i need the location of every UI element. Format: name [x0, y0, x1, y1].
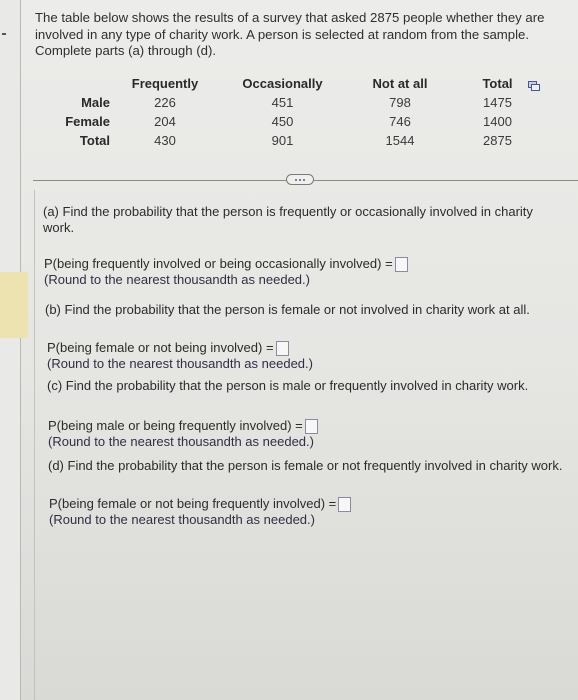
table-row: Total 430 901 1544 2875: [55, 131, 540, 150]
ellipsis-icon-dot: [295, 178, 297, 181]
cell-total-frequently: 430: [154, 133, 176, 148]
table-row: Male 226 451 798 1475: [55, 93, 540, 112]
question-a-answer-line: P(being frequently involved or being occ…: [44, 256, 408, 272]
question-c-answer-line: P(being male or being frequently involve…: [48, 418, 318, 434]
cell-female-not-at-all: 746: [389, 114, 411, 129]
table-header-row: Frequently Occasionally Not at all Total: [55, 74, 540, 93]
question-a-prompt-line-1: (a) Find the probability that the person…: [43, 204, 533, 219]
question-a-answer-input[interactable]: [394, 256, 408, 272]
header-blank: [55, 74, 110, 93]
table-row: Female 204 450 746 1400: [55, 112, 540, 131]
cell-total-not-at-all: 1544: [385, 133, 415, 148]
question-d-answer-line: P(being female or not being frequently i…: [49, 496, 352, 512]
ellipsis-icon-dot: [299, 178, 301, 181]
cell-total-occasionally: 901: [271, 133, 294, 148]
question-c-round-note: (Round to the nearest thousandth as need…: [48, 434, 314, 449]
cell-male-not-at-all: 798: [389, 95, 411, 110]
question-b-prompt: (b) Find the probability that the person…: [45, 302, 530, 317]
question-b-round-note: (Round to the nearest thousandth as need…: [47, 356, 313, 371]
cell-female-frequently: 204: [154, 114, 176, 129]
cell-male-frequently: 226: [154, 95, 176, 110]
question-b-answer-input[interactable]: [275, 340, 289, 356]
intro-line-2: involved in any type of charity work. A …: [35, 26, 530, 42]
row-label-total: Total: [79, 133, 110, 148]
copy-table-icon[interactable]: [528, 78, 540, 91]
cell-total-total: 2875: [483, 133, 512, 148]
survey-table: Frequently Occasionally Not at all Total…: [55, 74, 540, 150]
question-b-answer: P(being female or not being involved) = …: [47, 340, 313, 372]
question-a-answer: P(being frequently involved or being occ…: [44, 256, 408, 288]
question-a-prompt-line-2: work.: [43, 220, 75, 235]
question-a-prompt: (a) Find the probability that the person…: [43, 204, 563, 236]
header-occasionally: Occasionally: [242, 76, 323, 91]
left-gutter: [0, 0, 21, 700]
expand-more-button[interactable]: [286, 174, 314, 185]
question-c-answer: P(being male or being frequently involve…: [48, 418, 318, 450]
intro-line-3: Complete parts (a) through (d).: [35, 43, 217, 58]
header-not-at-all: Not at all: [372, 76, 428, 91]
question-d-prompt: (d) Find the probability that the person…: [48, 458, 563, 473]
question-c-answer-input[interactable]: [304, 418, 318, 434]
content-border: [34, 190, 35, 700]
question-d-answer-input[interactable]: [338, 496, 352, 512]
problem-intro: The table below shows the results of a s…: [35, 10, 565, 60]
cell-female-total: 1400: [483, 114, 512, 129]
row-label-male: Male: [81, 95, 110, 110]
row-label-female: Female: [65, 114, 110, 129]
question-a-answer-label: P(being frequently involved or being occ…: [44, 256, 393, 271]
question-c-prompt: (c) Find the probability that the person…: [47, 378, 529, 393]
question-c-answer-label: P(being male or being frequently involve…: [48, 418, 303, 433]
ellipsis-icon-dot: [303, 178, 305, 181]
intro-line-1: The table below shows the results of a s…: [35, 10, 545, 25]
question-d-answer: P(being female or not being frequently i…: [49, 496, 352, 528]
question-d-round-note: (Round to the nearest thousandth as need…: [49, 512, 315, 527]
gutter-mark: [2, 33, 6, 35]
cell-male-total: 1475: [483, 95, 512, 110]
question-b-answer-line: P(being female or not being involved) =: [47, 340, 289, 356]
header-frequently: Frequently: [131, 76, 199, 91]
highlight-tab: [0, 272, 28, 338]
cell-male-occasionally: 451: [271, 95, 294, 110]
question-b-answer-label: P(being female or not being involved) =: [47, 340, 274, 355]
cell-female-occasionally: 450: [271, 114, 294, 129]
question-d-answer-label: P(being female or not being frequently i…: [49, 496, 337, 511]
question-a-round-note: (Round to the nearest thousandth as need…: [44, 272, 310, 287]
